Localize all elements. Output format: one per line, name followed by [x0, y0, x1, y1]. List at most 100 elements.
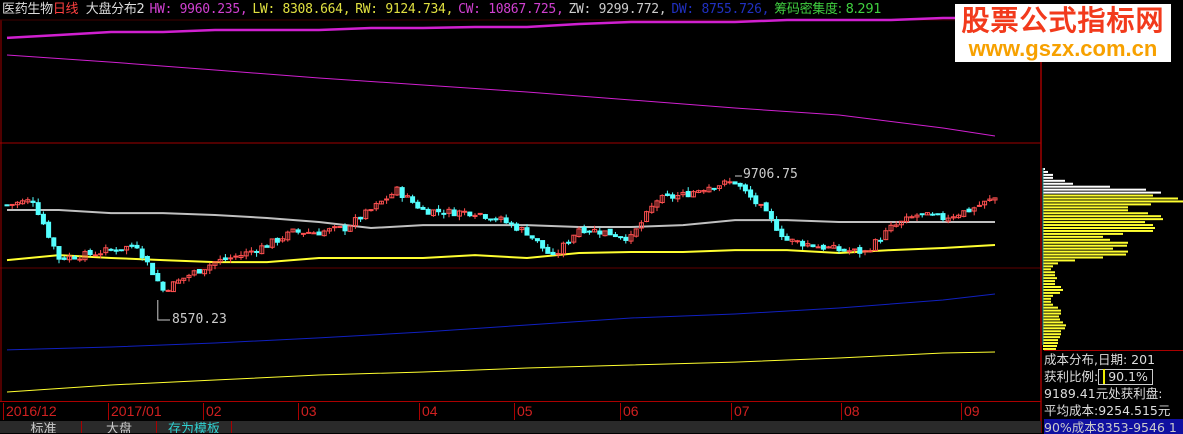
candle-up	[99, 254, 103, 255]
cost-distribution-bar	[1043, 257, 1103, 259]
candle-down	[780, 229, 784, 236]
cost-distribution-bar	[1043, 227, 1155, 229]
candle-down	[437, 209, 441, 211]
candle-down	[36, 203, 40, 215]
candle-down	[509, 223, 513, 224]
candle-down	[494, 219, 498, 220]
cost-distribution-bar	[1043, 262, 1058, 264]
line-lw	[7, 352, 995, 392]
cost-distribution-bar	[1043, 318, 1060, 320]
cost-distribution-bar	[1043, 265, 1053, 267]
candle-down	[665, 194, 669, 196]
kline-chart[interactable]	[0, 0, 1183, 433]
tab-save-template[interactable]: 存为模板	[157, 421, 232, 433]
watermark-logo: 股票公式指标网 www.gszx.com.cn	[955, 4, 1171, 62]
x-tick: 02	[203, 403, 222, 420]
date-axis: 2016/12 2017/01 02 03 04 05 06 07 08 09	[0, 401, 1041, 422]
candle-up	[338, 227, 342, 228]
candle-down	[858, 248, 862, 254]
logo-url: www.gszx.com.cn	[955, 38, 1171, 60]
cost-distribution-bar	[1043, 330, 1061, 332]
candle-down	[275, 238, 279, 242]
cost-distribution-bar	[1043, 203, 1151, 205]
candle-down	[837, 247, 841, 251]
candle-up	[868, 251, 872, 252]
candle-down	[821, 245, 825, 249]
cost-distribution-bar	[1043, 206, 1128, 208]
candle-down	[608, 229, 612, 235]
header-value: RW: 9124.734,	[355, 2, 453, 17]
cost-distribution-bar	[1043, 195, 1153, 197]
line-dw	[7, 294, 995, 350]
cost-distribution-bar	[1043, 245, 1127, 247]
candle-down	[88, 250, 92, 254]
cost-distribution-bar	[1043, 289, 1063, 291]
cost-distribution-bar	[1043, 239, 1110, 241]
profit-ratio-row: 获利比例:90.1%	[1044, 368, 1183, 385]
candle-down	[57, 247, 61, 260]
candle-down	[515, 224, 519, 230]
cost-distribution-bar	[1043, 292, 1060, 294]
candle-up	[478, 213, 482, 214]
candle-up	[10, 204, 14, 205]
cost-distribution-info: 成本分布,日期: 201 获利比例:90.1% 9189.41元处获利盘: 平均…	[1044, 350, 1183, 434]
candle-up	[93, 255, 97, 256]
cost-distribution-bar	[1043, 212, 1148, 214]
candle-down	[296, 230, 300, 232]
candle-down	[504, 218, 508, 223]
cost-dist-title: 成本分布,日期: 201	[1044, 351, 1183, 368]
line-hw-top	[7, 18, 995, 38]
candle-down	[775, 220, 779, 231]
candle-down	[442, 213, 446, 214]
candle-down	[879, 240, 883, 241]
cost-distribution-bar	[1043, 259, 1075, 261]
x-tick: 03	[298, 403, 317, 420]
tab-standard[interactable]: 标准	[6, 421, 82, 433]
cost-distribution-bar	[1043, 286, 1061, 288]
candle-down	[785, 236, 789, 240]
indicator-name[interactable]: 大盘分布2	[86, 2, 145, 17]
candle-up	[977, 205, 981, 206]
cost-distribution-bar	[1043, 174, 1053, 176]
candle-up	[312, 233, 316, 234]
candle-down	[541, 241, 545, 249]
candle-down	[738, 183, 742, 186]
candle-up	[795, 241, 799, 242]
line-cw	[7, 55, 995, 136]
candle-down	[712, 188, 716, 189]
candle-up	[333, 227, 337, 228]
candle-down	[343, 226, 347, 231]
candle-down	[359, 217, 363, 219]
x-tick: 2017/01	[108, 403, 162, 420]
candle-down	[582, 227, 586, 232]
cost-distribution-bar	[1043, 248, 1113, 250]
candle-down	[842, 249, 846, 251]
cost-distribution-bar	[1043, 221, 1145, 223]
candle-down	[47, 222, 51, 237]
x-tick: 2016/12	[3, 403, 57, 420]
x-tick: 09	[961, 403, 980, 420]
cost-distribution-bar	[1043, 342, 1058, 344]
candle-down	[764, 203, 768, 211]
candle-up	[307, 232, 311, 233]
candle-up	[301, 233, 305, 234]
candle-down	[613, 235, 617, 237]
candle-down	[130, 245, 134, 246]
candle-down	[811, 245, 815, 247]
high-price-label: 9706.75	[743, 167, 798, 182]
candle-up	[78, 259, 82, 260]
cost-distribution-bar	[1043, 200, 1183, 202]
cost-distribution-bar	[1043, 236, 1103, 238]
cost-distribution-bar	[1043, 304, 1053, 306]
candle-down	[598, 231, 602, 234]
logo-title: 股票公式指标网	[955, 4, 1171, 38]
cost-distribution-bar	[1043, 327, 1065, 329]
cost-distribution-bar	[1043, 230, 1153, 232]
candle-up	[759, 204, 763, 205]
candle-down	[41, 214, 45, 223]
tab-market[interactable]: 大盘	[82, 421, 157, 433]
candle-down	[109, 249, 113, 250]
period-label[interactable]: 日线	[53, 2, 78, 17]
cost-distribution-bar	[1043, 218, 1163, 220]
candle-down	[151, 263, 155, 274]
